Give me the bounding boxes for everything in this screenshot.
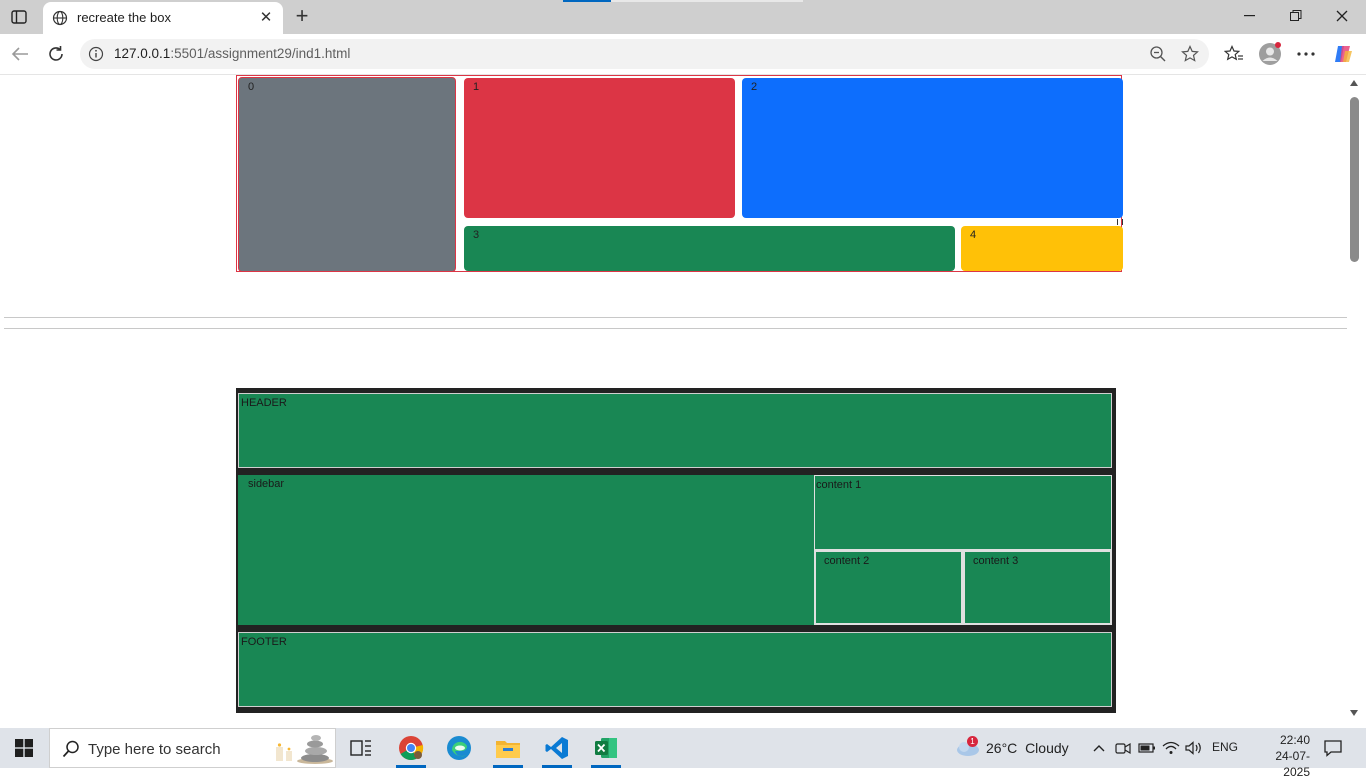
back-icon[interactable] (8, 42, 32, 66)
box-0: 0 (238, 77, 456, 272)
scrollbar-thumb[interactable] (1350, 97, 1359, 262)
address-bar[interactable]: 127.0.0.1:5501/assignment29/ind1.html (80, 39, 1209, 69)
box-2: 2 (742, 78, 1123, 218)
weather-widget[interactable]: 1 26°C Cloudy (952, 728, 1082, 768)
refresh-icon[interactable] (44, 42, 68, 66)
clock-date: 24-07-2025 (1275, 749, 1310, 779)
grid-sidebar-label: sidebar (248, 478, 285, 490)
browser-toolbar: 127.0.0.1:5501/assignment29/ind1.html (0, 34, 1366, 75)
vertical-scrollbar[interactable] (1347, 75, 1362, 724)
grid-content-1: content 1 (814, 475, 1112, 550)
zoom-out-icon[interactable] (1148, 44, 1168, 64)
box-label: 1 (473, 81, 480, 93)
windows-start-icon[interactable] (0, 728, 48, 768)
grid-layout-container: HEADER sidebar content 1 content 2 conte… (236, 388, 1116, 713)
grid-sidebar: sidebar (238, 475, 814, 625)
grid-content-1-label: content 1 (816, 479, 862, 491)
meet-now-icon[interactable] (1114, 739, 1132, 757)
site-info-icon[interactable] (88, 46, 104, 62)
tab-strip-indicator-secondary (611, 0, 803, 2)
grid-content-2: content 2 (814, 550, 963, 625)
grid-content-3: content 3 (963, 550, 1112, 625)
grid-footer-label: FOOTER (241, 636, 287, 648)
volume-icon[interactable] (1185, 739, 1203, 757)
clock-time: 22:40 (1279, 733, 1310, 747)
battery-icon[interactable] (1138, 739, 1156, 757)
tab-bar: recreate the box ✕ + (0, 0, 1366, 34)
box-label: 2 (751, 81, 758, 93)
edge-app-icon[interactable] (436, 728, 482, 768)
url-text[interactable]: 127.0.0.1:5501/assignment29/ind1.html (114, 46, 350, 61)
close-window-button[interactable] (1322, 4, 1362, 28)
box-label: 3 (473, 229, 480, 241)
grid-footer: FOOTER (238, 632, 1112, 707)
search-placeholder: Type here to search (88, 741, 221, 758)
divider (4, 317, 1347, 318)
weather-text: 26°C Cloudy (986, 740, 1069, 756)
more-options-icon[interactable] (1294, 42, 1318, 66)
excel-app-icon[interactable] (583, 728, 629, 768)
grid-header-label: HEADER (241, 397, 287, 409)
close-icon[interactable]: ✕ (257, 8, 275, 26)
chevron-up-icon[interactable] (1090, 739, 1108, 757)
file-explorer-icon[interactable] (485, 728, 531, 768)
profile-avatar-icon[interactable] (1258, 42, 1282, 66)
chrome-app-icon[interactable] (388, 728, 434, 768)
globe-icon (52, 10, 68, 26)
minimize-button[interactable] (1230, 4, 1270, 28)
box-4: 4 (961, 226, 1123, 271)
copilot-icon[interactable] (1331, 42, 1355, 66)
favorites-icon[interactable] (1222, 42, 1246, 66)
weather-alert-badge: 1 (967, 736, 978, 747)
scroll-down-arrow-icon[interactable] (1350, 710, 1358, 716)
flex-box-container: 0 1 2 3 4 (236, 75, 1123, 272)
notification-icon[interactable] (1323, 738, 1343, 758)
tab-title: recreate the box (77, 10, 171, 25)
favorite-star-icon[interactable] (1180, 44, 1200, 64)
search-icon (62, 740, 80, 758)
box-label: 0 (248, 81, 255, 93)
tab-strip-indicator (563, 0, 611, 2)
input-language[interactable]: ENG (1212, 740, 1238, 754)
wifi-icon[interactable] (1162, 739, 1180, 757)
search-highlight-image (260, 733, 334, 765)
system-clock[interactable]: 22:40 24-07-2025 (1254, 732, 1310, 780)
box-1: 1 (464, 78, 735, 218)
task-view-icon[interactable] (338, 728, 384, 768)
grid-content-3-label: content 3 (973, 555, 1019, 567)
active-tab[interactable]: recreate the box ✕ (43, 2, 283, 34)
scroll-up-arrow-icon[interactable] (1350, 80, 1358, 86)
vscode-app-icon[interactable] (534, 728, 580, 768)
divider (4, 328, 1347, 329)
resize-tick (1117, 219, 1123, 225)
tab-actions-icon[interactable] (8, 7, 30, 27)
grid-header: HEADER (238, 393, 1112, 468)
grid-content-2-label: content 2 (824, 555, 870, 567)
box-label: 4 (970, 229, 977, 241)
taskbar: Type here to search 1 26°C Cloudy ENG 22… (0, 728, 1366, 779)
new-tab-button[interactable]: + (291, 3, 313, 28)
restore-button[interactable] (1276, 4, 1316, 28)
page-viewport: 0 1 2 3 4 HEADER sidebar content 1 conte… (4, 75, 1347, 724)
box-3: 3 (464, 226, 955, 271)
taskbar-search-box[interactable]: Type here to search (49, 728, 336, 768)
